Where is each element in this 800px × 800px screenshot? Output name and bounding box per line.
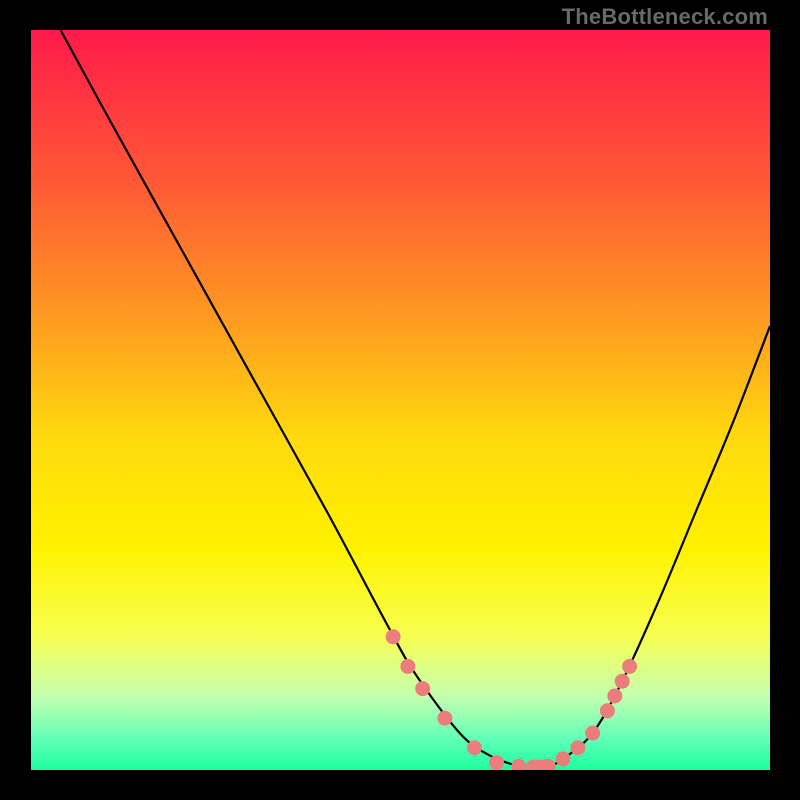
marker-point [415,681,430,696]
marker-point [489,755,504,770]
marker-point [622,659,637,674]
marker-point [386,629,401,644]
marker-point [600,703,615,718]
watermark-text: TheBottleneck.com [562,4,768,30]
marker-point [570,740,585,755]
chart-plot [31,30,770,770]
gradient-background [31,30,770,770]
marker-point [585,726,600,741]
marker-point [400,659,415,674]
marker-point [615,674,630,689]
marker-point [437,711,452,726]
chart-frame: TheBottleneck.com [0,0,800,800]
marker-point [607,689,622,704]
marker-point [467,740,482,755]
marker-point [556,751,571,766]
